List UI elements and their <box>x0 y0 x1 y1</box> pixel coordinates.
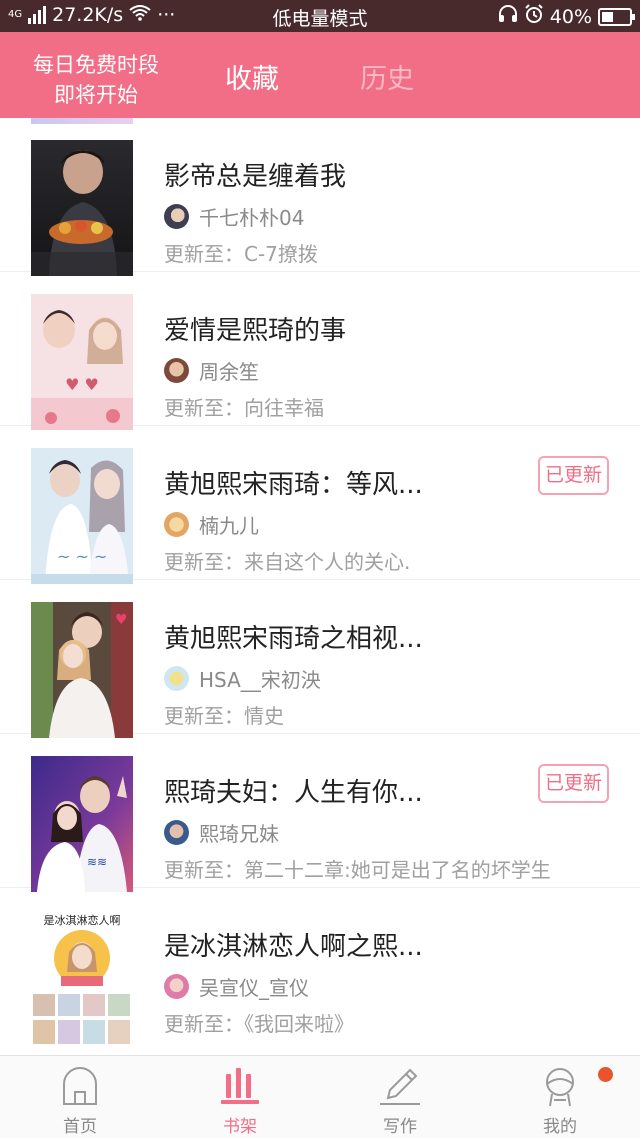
latest-chapter: 更新至：情史 <box>164 700 284 729</box>
author-name: HSA__宋初泱 <box>199 668 321 692</box>
nav-write[interactable]: 写作 <box>320 1056 480 1138</box>
latest-chapter: 更新至：向往幸福 <box>164 392 324 421</box>
author-avatar <box>164 820 189 845</box>
latest-chapter: 更新至：C-7撩拨 <box>164 238 318 267</box>
update-prefix: 更新至： <box>164 396 244 420</box>
author-name: 周余笙 <box>199 360 259 384</box>
free-time-promo[interactable]: 每日免费时段 即将开始 <box>0 50 192 110</box>
book-cover <box>31 140 133 276</box>
battery-icon <box>598 7 635 26</box>
promo-line1: 每日免费时段 <box>33 53 159 77</box>
author-avatar <box>164 974 189 999</box>
nav-shelf[interactable]: 书架 <box>160 1056 320 1138</box>
cover-title-text: 是冰淇淋恋人啊 <box>44 913 121 927</box>
book-item[interactable]: ♥ ♥ 爱情是熙琦的事 周余笙 更新至：向往幸福 <box>0 272 640 430</box>
book-title: 是冰淇淋恋人啊之熙... <box>164 932 423 962</box>
book-cover: ♥ <box>31 602 133 738</box>
status-right: 40% <box>498 4 635 29</box>
author-name: 吴宣仪_宣仪 <box>199 976 309 1000</box>
latest-chapter: 更新至：第二十二章:她可是出了名的坏学生 <box>164 854 551 883</box>
book-author: 楠九儿 <box>164 510 259 539</box>
profile-icon <box>546 1068 574 1107</box>
alarm-icon <box>524 4 544 29</box>
book-cover: ~ ~ ~ <box>31 448 133 584</box>
update-prefix: 更新至： <box>164 1012 244 1036</box>
book-item[interactable]: ♥ 黄旭熙宋雨琦之相视... HSA__宋初泱 更新至：情史 <box>0 580 640 738</box>
book-title: 影帝总是缠着我 <box>164 162 347 192</box>
header: 每日免费时段 即将开始 收藏 历史 <box>0 32 640 118</box>
updated-badge: 已更新 <box>538 764 609 803</box>
notification-dot <box>598 1067 613 1082</box>
author-avatar <box>164 358 189 383</box>
latest-chapter: 更新至：来自这个人的关心. <box>164 546 410 575</box>
author-name: 熙琦兄妹 <box>199 822 279 846</box>
book-title: 熙琦夫妇：人生有你... <box>164 778 423 808</box>
pencil-icon <box>380 1068 420 1105</box>
book-author: 吴宣仪_宣仪 <box>164 972 309 1001</box>
promo-line2: 即将开始 <box>54 83 138 107</box>
book-cover: 是冰淇淋恋人啊 <box>31 910 133 1046</box>
book-author: HSA__宋初泱 <box>164 664 321 693</box>
book-title: 爱情是熙琦的事 <box>164 316 347 346</box>
update-prefix: 更新至： <box>164 704 244 728</box>
headphone-icon <box>498 5 518 28</box>
book-author: 千七朴朴04 <box>164 202 304 231</box>
nav-home-label: 首页 <box>63 1117 97 1137</box>
nav-home[interactable]: 首页 <box>0 1056 160 1138</box>
book-item[interactable]: 影帝总是缠着我 千七朴朴04 更新至：C-7撩拨 <box>0 118 640 276</box>
tab-history[interactable]: 历史 <box>360 57 414 96</box>
battery-percent: 40% <box>549 5 592 28</box>
author-avatar <box>164 512 189 537</box>
home-icon <box>63 1067 97 1105</box>
book-title: 黄旭熙宋雨琦：等风... <box>164 470 423 500</box>
book-item[interactable]: 是冰淇淋恋人啊 是冰淇淋恋人啊之熙... 吴宣仪_宣仪 更新至：《我回来啦》 <box>0 888 640 1046</box>
author-name: 楠九儿 <box>199 514 259 538</box>
latest-chapter: 更新至：《我回来啦》 <box>164 1008 354 1037</box>
nav-shelf-label: 书架 <box>223 1117 257 1137</box>
bookshelf-icon <box>221 1068 259 1104</box>
book-cover: ≋≋ <box>31 756 133 892</box>
book-item[interactable]: ≋≋ 熙琦夫妇：人生有你... 熙琦兄妹 更新至：第二十二章:她可是出了名的坏学… <box>0 734 640 892</box>
book-title: 黄旭熙宋雨琦之相视... <box>164 624 423 654</box>
book-cover: ♥ ♥ <box>31 294 133 430</box>
updated-badge: 已更新 <box>538 456 609 495</box>
update-prefix: 更新至： <box>164 550 244 574</box>
status-bar: 4G 27.2K/s ··· 低电量模式 40% <box>0 0 640 32</box>
update-chapter: C-7撩拨 <box>244 242 318 266</box>
update-chapter: 来自这个人的关心. <box>244 550 411 574</box>
update-chapter: 《我回来啦》 <box>244 1012 354 1036</box>
update-prefix: 更新至： <box>164 858 244 882</box>
svg-text:♥: ♥ <box>115 612 128 628</box>
svg-text:♥ ♥: ♥ ♥ <box>65 375 99 394</box>
update-prefix: 更新至： <box>164 242 244 266</box>
update-chapter: 情史 <box>244 704 284 728</box>
book-author: 熙琦兄妹 <box>164 818 279 847</box>
bottom-nav: 首页 书架 写作 我的 <box>0 1055 640 1138</box>
book-item[interactable]: ~ ~ ~ 黄旭熙宋雨琦：等风... 楠九儿 更新至：来自这个人的关心. 已更新 <box>0 426 640 584</box>
nav-write-label: 写作 <box>383 1117 417 1137</box>
author-avatar <box>164 204 189 229</box>
tab-favorites[interactable]: 收藏 <box>225 57 279 96</box>
author-avatar <box>164 666 189 691</box>
svg-text:≋≋: ≋≋ <box>87 855 107 869</box>
nav-mine[interactable]: 我的 <box>480 1056 640 1138</box>
update-chapter: 第二十二章:她可是出了名的坏学生 <box>244 858 551 882</box>
bookshelf-list[interactable]: 影帝总是缠着我 千七朴朴04 更新至：C-7撩拨 ♥ ♥ 爱情是熙琦的事 周余笙… <box>0 118 640 1055</box>
nav-mine-label: 我的 <box>543 1117 577 1137</box>
update-chapter: 向往幸福 <box>244 396 324 420</box>
author-name: 千七朴朴04 <box>199 206 305 230</box>
svg-text:~ ~ ~: ~ ~ ~ <box>57 547 107 566</box>
book-author: 周余笙 <box>164 356 259 385</box>
